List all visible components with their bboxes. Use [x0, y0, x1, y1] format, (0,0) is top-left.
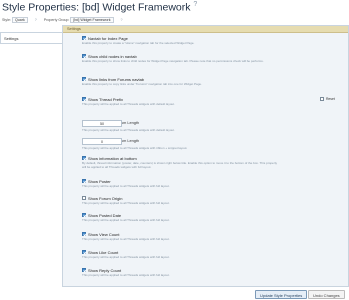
setting-description: Enable this property to copy links under…: [82, 82, 202, 86]
setting-description: By default, thread information (poster, …: [82, 161, 278, 169]
undo-changes-button[interactable]: Undo Changes: [308, 290, 345, 299]
checkbox-show-poster[interactable]: [82, 179, 86, 183]
reset-toggle[interactable]: Reset: [320, 97, 335, 102]
style-selector-bar: Style: Quark ? Property Group: [bd] Widg…: [2, 17, 129, 23]
setting-description: This property will be applied to all Thr…: [82, 273, 170, 277]
group-help-icon[interactable]: ?: [121, 18, 123, 22]
setting-label[interactable]: Show Reply Count: [88, 268, 121, 273]
setting-description: This property will be applied to all Thr…: [82, 201, 170, 205]
checkbox-info-bottom[interactable]: [82, 156, 86, 160]
setting-label[interactable]: Show View Count: [88, 232, 120, 237]
style-select[interactable]: Quark: [12, 17, 28, 23]
panel-header: Settings: [63, 26, 348, 33]
setting-description: This property will be applied to all Thr…: [82, 102, 175, 106]
setting-label[interactable]: Show Poster: [88, 179, 111, 184]
checkbox-child-nodes[interactable]: [82, 54, 86, 58]
setting-label[interactable]: Show Like Count: [88, 250, 118, 255]
checkbox-forum-links[interactable]: [82, 77, 86, 81]
reset-checkbox[interactable]: [320, 97, 324, 102]
setting-label[interactable]: Show Thread Prefix: [88, 97, 123, 102]
setting-description: Enable this property to create a "Home" …: [82, 41, 195, 45]
field-description: This property will be applied to all Thr…: [82, 146, 188, 150]
checkbox-posted-date[interactable]: [82, 213, 86, 217]
setting-label[interactable]: Show Forum Origin: [88, 196, 122, 201]
setting-label[interactable]: Show information at bottom: [88, 156, 137, 161]
checkbox-thread-prefix[interactable]: [82, 97, 86, 101]
sidebar-tabs: Settings: [0, 32, 62, 44]
style-label: Style:: [2, 18, 11, 22]
title-max-length-input[interactable]: 50: [82, 120, 122, 127]
help-icon[interactable]: ?: [193, 1, 197, 8]
checkbox-view-count[interactable]: [82, 232, 86, 236]
field-description: This property will be applied to all Thr…: [82, 128, 175, 132]
checkbox-forum-origin[interactable]: [82, 196, 86, 200]
property-group-select[interactable]: [bd] Widget Framework: [70, 17, 114, 23]
setting-label[interactable]: Show links from Forums navtab: [88, 77, 144, 82]
style-help-icon[interactable]: ?: [35, 18, 37, 22]
setting-description: This property will be applied to all Thr…: [82, 237, 170, 241]
checkbox-navtab-index[interactable]: [82, 36, 86, 40]
checkbox-reply-count[interactable]: [82, 268, 86, 272]
setting-description: Enable this property to show links to ch…: [82, 59, 264, 63]
setting-description: This property will be applied to all Thr…: [82, 255, 170, 259]
property-group-label: Property Group:: [43, 18, 70, 22]
snippet-max-length-input[interactable]: 0: [82, 138, 122, 145]
setting-label[interactable]: Navtab for Index Page: [88, 36, 128, 41]
checkbox-like-count[interactable]: [82, 250, 86, 254]
setting-label[interactable]: Show child nodes in navtab: [88, 54, 137, 59]
setting-description: This property will be applied to all Thr…: [82, 184, 170, 188]
setting-label[interactable]: Show Posted Date: [88, 213, 121, 218]
tab-settings[interactable]: Settings: [1, 33, 62, 44]
page-title: Style Properties: [bd] Widget Framework …: [2, 1, 197, 14]
reset-label: Reset: [325, 97, 335, 101]
setting-description: This property will be applied to all Thr…: [82, 218, 170, 222]
update-style-properties-button[interactable]: Update Style Properties: [255, 290, 308, 299]
page-title-text: Style Properties: [bd] Widget Framework: [2, 1, 191, 14]
